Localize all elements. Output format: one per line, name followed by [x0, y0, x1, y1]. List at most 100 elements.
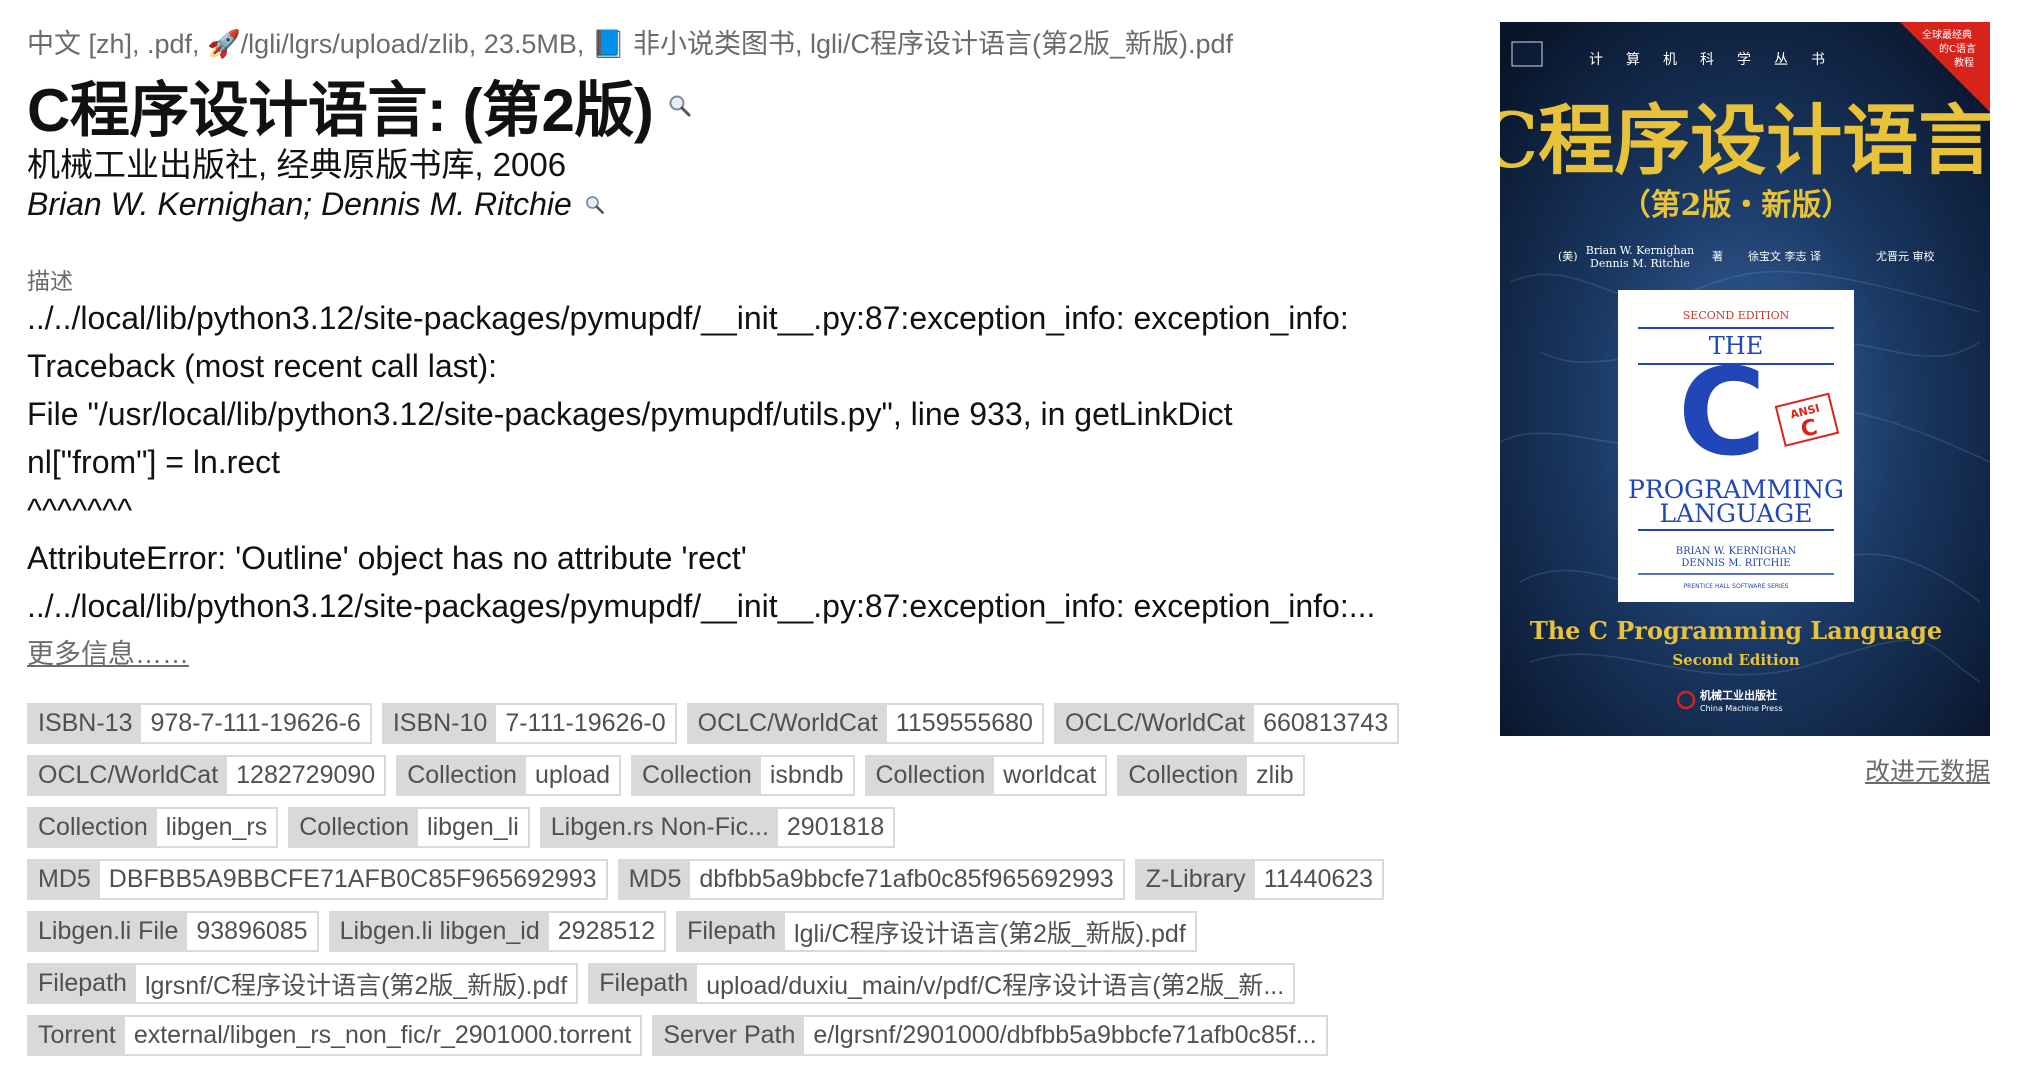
tag-row: OCLC/WorldCat 1282729090 Collection upload…	[27, 755, 1427, 796]
tag-key: OCLC/WorldCat	[29, 757, 228, 794]
file-meta-line: 中文 [zh], .pdf, 🚀/lgli/lgrs/upload/zlib, …	[27, 29, 1234, 59]
tag-value: libgen_li	[418, 809, 528, 846]
cover-publisher-en: China Machine Press	[1700, 704, 1782, 713]
tag-md5[interactable]: MD5 DBFBB5A9BBCFE71AFB0C85F965692993	[27, 859, 608, 900]
tag-filepath[interactable]: Filepath lgrsnf/C程序设计语言(第2版_新版).pdf	[27, 963, 579, 1004]
tag-filepath[interactable]: Filepath lgli/C程序设计语言(第2版_新版).pdf	[676, 911, 1197, 952]
cover-author-suffix: 著	[1712, 249, 1723, 263]
tag-value: isbndb	[760, 757, 853, 794]
more-info-link[interactable]: 更多信息……	[27, 632, 189, 671]
tag-key: OCLC/WorldCat	[688, 705, 887, 742]
tag-value: 660813743	[1254, 705, 1398, 742]
cover-inner-edition: SECOND EDITION	[1683, 309, 1790, 322]
tag-oclc[interactable]: OCLC/WorldCat 1159555680	[686, 703, 1044, 744]
description-label: 描述	[27, 268, 73, 294]
cover-series-char: 机	[1663, 52, 1677, 68]
tag-oclc[interactable]: OCLC/WorldCat 660813743	[1053, 703, 1400, 744]
cover-reviewer: 尤晋元 审校	[1876, 249, 1935, 263]
tag-key: Filepath	[29, 965, 136, 1002]
book-title: C程序设计语言: (第2版)	[27, 62, 693, 149]
tag-filepath[interactable]: Filepath upload/duxiu_main/v/pdf/C程序设计语言(…	[588, 963, 1296, 1004]
tag-key: Torrent	[29, 1017, 125, 1054]
cover-inner-language: LANGUAGE	[1659, 499, 1812, 528]
tag-oclc[interactable]: OCLC/WorldCat 1282729090	[27, 755, 387, 796]
cover-series-char: 书	[1811, 52, 1825, 68]
cover-edition-en: Second Edition	[1672, 651, 1799, 669]
cover-author-en: Dennis M. Ritchie	[1590, 257, 1690, 270]
cover-title-cn: C程序设计语言	[1500, 96, 1990, 185]
tag-md5[interactable]: MD5 dbfbb5a9bbcfe71afb0c85f965692993	[617, 859, 1125, 900]
book-cover-image: 全球最经典 的C语言 教程 计 算 机 科 学 丛 书 C程序设计语言 （第2版・新版） (…	[1500, 22, 1990, 736]
tag-zlibrary[interactable]: Z-Library 11440623	[1134, 859, 1385, 900]
tag-key: Libgen.rs Non-Fic...	[541, 809, 778, 846]
cover-series-char: 算	[1626, 52, 1640, 68]
cover-inner-author: BRIAN W. KERNIGHAN	[1676, 546, 1797, 557]
tag-row: Libgen.li File 93896085 Libgen.li libgen_…	[27, 911, 1427, 952]
tag-key: Collection	[398, 757, 526, 794]
cover-inner-c-letter: C	[1678, 344, 1766, 483]
cover-badge-text: 教程	[1954, 56, 1974, 69]
tag-row: Torrent external/libgen_rs_non_fic/r_2901…	[27, 1015, 1427, 1056]
tag-collection[interactable]: Collection zlib	[1117, 755, 1305, 796]
tag-value: 2901818	[777, 809, 894, 846]
cover-series-char: 计	[1589, 52, 1603, 68]
tag-isbn13[interactable]: ISBN-13 978-7-111-19626-6	[27, 703, 372, 744]
tag-key: Filepath	[678, 913, 786, 950]
tag-collection[interactable]: Collection upload	[396, 755, 622, 796]
identifier-tags: ISBN-13 978-7-111-19626-6 ISBN-10 7-111-19…	[27, 703, 1427, 1067]
search-authors-icon[interactable]	[584, 194, 606, 216]
tag-key: Z-Library	[1136, 861, 1255, 898]
description-line: nl["from"] = ln.rect	[27, 444, 281, 480]
tag-key: ISBN-10	[383, 705, 497, 742]
cover-publisher-cn: 机械工业出版社	[1700, 688, 1777, 702]
description-line: AttributeError: 'Outline' object has no …	[27, 540, 747, 576]
tag-collection[interactable]: Collection libgen_li	[288, 807, 530, 848]
tag-key: Libgen.li libgen_id	[330, 913, 549, 950]
tag-row: Collection libgen_rs Collection libgen_li …	[27, 807, 1427, 848]
tag-key: Collection	[29, 809, 157, 846]
tag-value: 1159555680	[886, 705, 1042, 742]
cover-inner-author: DENNIS M. RITCHIE	[1681, 558, 1790, 569]
tag-key: Libgen.li File	[29, 913, 188, 950]
tag-libgen-li-file[interactable]: Libgen.li File 93896085	[27, 911, 319, 952]
cover-series-char: 丛	[1774, 52, 1788, 68]
cover-series-logo	[1511, 41, 1543, 67]
tag-value: worldcat	[994, 757, 1106, 794]
tag-key: Collection	[633, 757, 761, 794]
description-text: ../../local/lib/python3.12/site-packages…	[27, 294, 1427, 630]
description-line: ../../local/lib/python3.12/site-packages…	[27, 588, 1376, 624]
improve-metadata-link[interactable]: 改进元数据	[1865, 752, 1990, 788]
tag-key: Collection	[866, 757, 995, 794]
authors-line: Brian W. Kernighan; Dennis M. Ritchie	[27, 186, 606, 223]
tag-key: Collection	[290, 809, 419, 846]
tag-collection[interactable]: Collection isbndb	[631, 755, 855, 796]
tag-torrent[interactable]: Torrent external/libgen_rs_non_fic/r_2901…	[27, 1015, 643, 1056]
tag-isbn10[interactable]: ISBN-10 7-111-19626-0	[381, 703, 677, 744]
cover-author-en: Brian W. Kernighan	[1586, 244, 1694, 257]
tag-value: 7-111-19626-0	[496, 705, 675, 742]
tag-collection[interactable]: Collection libgen_rs	[27, 807, 279, 848]
cover-artwork: 全球最经典 的C语言 教程 计 算 机 科 学 丛 书 C程序设计语言 （第2版・新版） (…	[1500, 22, 1990, 736]
tag-value: zlib	[1247, 757, 1303, 794]
tag-value: lgli/C程序设计语言(第2版_新版).pdf	[785, 913, 1195, 950]
tag-value: 93896085	[187, 913, 317, 950]
tag-key: Server Path	[654, 1017, 805, 1054]
tag-libgen-li-id[interactable]: Libgen.li libgen_id 2928512	[328, 911, 667, 952]
search-title-icon[interactable]	[667, 93, 693, 119]
tag-key: Filepath	[590, 965, 698, 1002]
description-line: ^^^^^^^	[27, 492, 133, 528]
description-line: ../../local/lib/python3.12/site-packages…	[27, 300, 1349, 336]
tag-key: MD5	[29, 861, 100, 898]
tag-value: lgrsnf/C程序设计语言(第2版_新版).pdf	[135, 965, 577, 1002]
tag-collection[interactable]: Collection worldcat	[864, 755, 1108, 796]
tag-key: Collection	[1119, 757, 1248, 794]
tag-key: OCLC/WorldCat	[1055, 705, 1255, 742]
tag-libgen-rs[interactable]: Libgen.rs Non-Fic... 2901818	[539, 807, 896, 848]
cover-badge-text: 全球最经典	[1922, 28, 1972, 41]
tag-server-path[interactable]: Server Path e/lgrsnf/2901000/dbfbb5a9bbcf…	[652, 1015, 1328, 1056]
tag-value: upload	[525, 757, 620, 794]
tag-key: ISBN-13	[29, 705, 142, 742]
tag-value: libgen_rs	[156, 809, 277, 846]
cover-badge-text: 的C语言	[1939, 42, 1976, 55]
cover-series-char: 科	[1700, 52, 1714, 68]
